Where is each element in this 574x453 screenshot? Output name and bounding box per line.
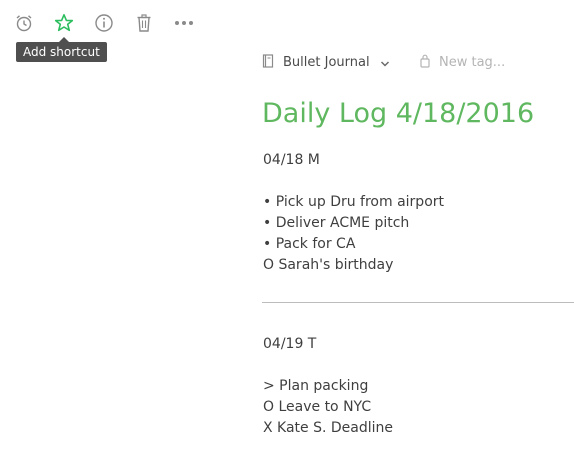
list-item: • Pick up Dru from airport <box>263 194 445 210</box>
divider <box>262 302 574 303</box>
list-item: O Leave to NYC <box>263 399 372 415</box>
info-icon[interactable] <box>93 12 115 34</box>
note-toolbar: Add shortcut <box>0 0 240 62</box>
more-icon[interactable] <box>173 12 195 34</box>
note-header: Bullet Journal New tag... <box>262 52 574 72</box>
section-date: 04/18 M <box>263 152 320 168</box>
trash-icon[interactable] <box>133 12 155 34</box>
alarm-clock-icon[interactable] <box>13 12 35 34</box>
add-shortcut-tooltip: Add shortcut <box>16 37 107 62</box>
notebook-selector[interactable]: Bullet Journal <box>262 52 390 72</box>
tag-placeholder: New tag... <box>439 54 506 70</box>
list-item: • Deliver ACME pitch <box>263 215 410 231</box>
list-item: O Sarah's birthday <box>263 257 394 273</box>
note-title[interactable]: Daily Log 4/18/2016 <box>262 95 534 133</box>
tag-icon <box>420 53 430 72</box>
chevron-down-icon[interactable] <box>380 53 390 72</box>
notebook-name: Bullet Journal <box>283 54 370 70</box>
list-item: > Plan packing <box>263 378 369 394</box>
star-icon[interactable] <box>53 12 75 34</box>
section-date: 04/19 T <box>263 336 317 352</box>
list-item: X Kate S. Deadline <box>263 420 394 436</box>
list-item: • Pack for CA <box>263 236 356 252</box>
notebook-icon <box>262 53 274 72</box>
tag-input[interactable]: New tag... <box>420 52 505 72</box>
